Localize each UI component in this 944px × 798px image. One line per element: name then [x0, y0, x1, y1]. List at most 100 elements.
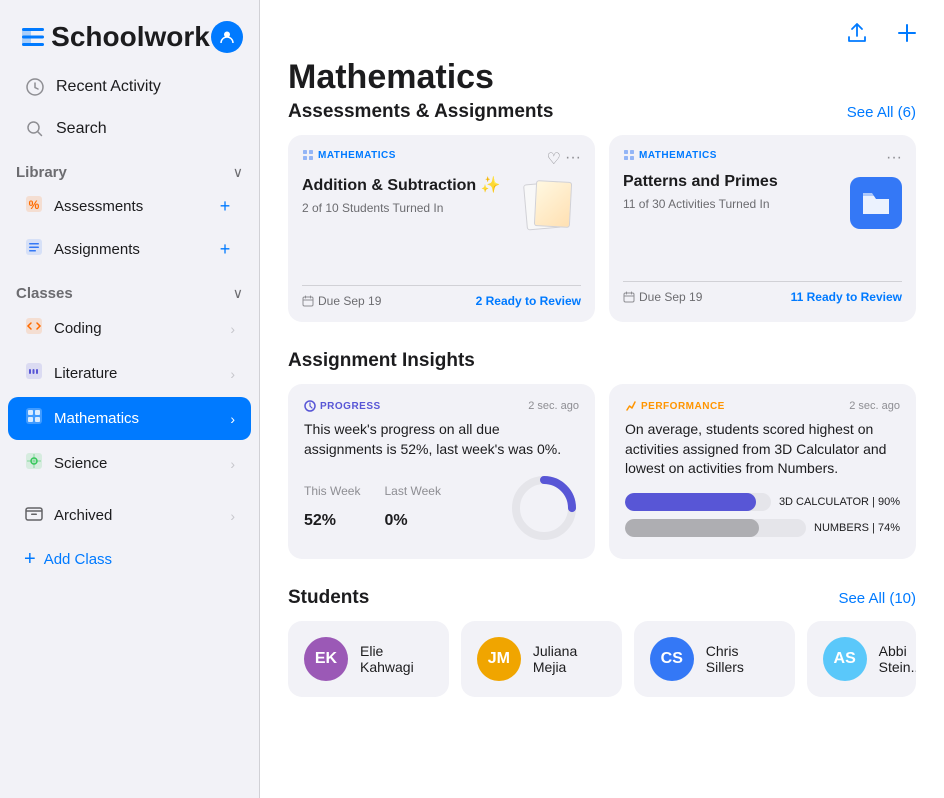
svg-text:%: %	[29, 198, 40, 212]
assignment-cards-row: MATHEMATICS ♡ ··· Addition & Subtraction…	[288, 135, 916, 322]
student-card[interactable]: EK Elie Kahwagi	[288, 621, 449, 697]
card-thumbnail	[850, 177, 902, 229]
students-row: EK Elie Kahwagi JM Juliana Mejia CS C	[288, 621, 916, 697]
sidebar-toggle-icon	[22, 28, 44, 46]
sidebar-item-mathematics[interactable]: Mathematics ›	[8, 397, 251, 440]
chevron-right-icon: ›	[230, 508, 235, 524]
calendar-icon	[302, 295, 314, 307]
add-assignment-button[interactable]: +	[215, 240, 235, 260]
performance-bars: 3D CALCULATOR | 90% NUMBERS | 74%	[625, 493, 900, 537]
see-all-assignments-link[interactable]: See All (6)	[847, 104, 916, 121]
student-avatar: CS	[650, 637, 694, 681]
last-week-label: Last Week	[384, 484, 440, 498]
student-card[interactable]: JM Juliana Mejia	[461, 621, 622, 697]
insights-section-header: Assignment Insights	[288, 350, 916, 372]
main-header	[260, 0, 944, 58]
clock-icon	[24, 76, 46, 98]
more-options-icon[interactable]: ···	[886, 149, 902, 167]
science-icon	[24, 451, 44, 476]
literature-icon	[24, 361, 44, 386]
assignments-section-title: Assessments & Assignments	[288, 101, 553, 123]
card-thumbnail	[511, 181, 581, 241]
insight-cards-row: PROGRESS 2 sec. ago This week's progress…	[288, 384, 916, 559]
perf-bar-row: 3D CALCULATOR | 90%	[625, 493, 900, 511]
card-review-label: 11 Ready to Review	[791, 290, 902, 304]
assignments-icon	[24, 237, 44, 262]
more-options-icon[interactable]: ···	[565, 149, 581, 169]
sidebar-item-science[interactable]: Science ›	[8, 442, 251, 485]
calendar-icon	[623, 291, 635, 303]
card-due: Due Sep 19	[623, 290, 702, 304]
last-week-value: 0%	[384, 500, 440, 532]
archived-icon	[24, 503, 44, 528]
add-assessment-button[interactable]: +	[215, 197, 235, 217]
class-label: Science	[54, 455, 107, 472]
card-menu-button[interactable]: ♡ ···	[547, 149, 581, 169]
add-class-plus-icon: +	[24, 548, 36, 571]
add-button[interactable]	[890, 16, 924, 50]
perf-bar-label: 3D CALCULATOR | 90%	[779, 496, 900, 508]
classes-chevron-icon: ∨	[233, 285, 243, 302]
students-section-title: Students	[288, 587, 369, 609]
heart-icon[interactable]: ♡	[547, 149, 561, 169]
student-name: Juliana Mejia	[533, 643, 606, 675]
student-card[interactable]: CS Chris Sillers	[634, 621, 795, 697]
sidebar-item-assignments[interactable]: Assignments +	[8, 229, 251, 270]
add-class-label: Add Class	[44, 551, 112, 568]
assignment-card[interactable]: MATHEMATICS ··· Patterns and Primes 11 o…	[609, 135, 916, 322]
archived-label: Archived	[54, 507, 112, 524]
app-title: Schoolwork	[51, 21, 210, 53]
performance-insight-card[interactable]: PERFORMANCE 2 sec. ago On average, stude…	[609, 384, 916, 559]
sidebar-item-recent-activity[interactable]: Recent Activity	[8, 67, 251, 107]
this-week-value: 52%	[304, 500, 360, 532]
assessments-label: Assessments	[54, 198, 143, 215]
see-all-students-link[interactable]: See All (10)	[838, 590, 916, 607]
percent-symbol: %	[322, 512, 336, 529]
sidebar-header: Schoolwork	[0, 20, 259, 66]
profile-button[interactable]	[211, 21, 243, 53]
coding-icon	[24, 316, 44, 341]
perf-bar-bg	[625, 519, 806, 537]
share-button[interactable]	[840, 16, 874, 50]
card-review-label: 2 Ready to Review	[476, 294, 581, 308]
search-icon	[24, 118, 46, 140]
add-class-button[interactable]: + Add Class	[8, 539, 251, 580]
performance-time: 2 sec. ago	[849, 400, 900, 412]
main-content: Mathematics Assessments & Assignments Se…	[260, 0, 944, 798]
chevron-right-icon: ›	[230, 411, 235, 427]
sidebar-item-label: Search	[56, 120, 107, 138]
chevron-right-icon: ›	[230, 456, 235, 472]
student-card[interactable]: AS Abbi Stein...	[807, 621, 916, 697]
sidebar: Schoolwork Recent Activity Search Li	[0, 0, 260, 798]
insights-section-title: Assignment Insights	[288, 350, 475, 372]
classes-label: Classes	[16, 285, 73, 302]
performance-badge: PERFORMANCE	[625, 400, 725, 412]
sidebar-item-assessments[interactable]: % Assessments +	[8, 186, 251, 227]
sidebar-item-literature[interactable]: Literature ›	[8, 352, 251, 395]
add-icon	[896, 22, 918, 44]
class-label: Coding	[54, 320, 102, 337]
main-content-body: Mathematics Assessments & Assignments Se…	[260, 58, 944, 753]
chevron-right-icon: ›	[230, 366, 235, 382]
subject-badge: MATHEMATICS	[623, 149, 717, 161]
progress-time: 2 sec. ago	[528, 400, 579, 412]
assignment-card[interactable]: MATHEMATICS ♡ ··· Addition & Subtraction…	[288, 135, 595, 322]
mathematics-icon	[24, 406, 44, 431]
library-label: Library	[16, 164, 67, 181]
student-avatar: EK	[304, 637, 348, 681]
assessments-icon: %	[24, 194, 44, 219]
progress-insight-card[interactable]: PROGRESS 2 sec. ago This week's progress…	[288, 384, 595, 559]
sidebar-item-archived[interactable]: Archived ›	[8, 494, 251, 537]
classes-section-header: Classes ∨	[0, 271, 259, 306]
chevron-right-icon: ›	[230, 321, 235, 337]
assignments-label: Assignments	[54, 241, 140, 258]
card-menu-button[interactable]: ···	[886, 149, 902, 167]
performance-icon	[625, 400, 637, 412]
perf-bar-bg	[625, 493, 771, 511]
sidebar-item-search[interactable]: Search	[8, 109, 251, 149]
student-name: Elie Kahwagi	[360, 643, 433, 675]
share-icon	[846, 22, 868, 44]
sidebar-toggle-button[interactable]	[16, 20, 50, 54]
performance-text: On average, students scored highest on a…	[625, 420, 900, 479]
sidebar-item-coding[interactable]: Coding ›	[8, 307, 251, 350]
